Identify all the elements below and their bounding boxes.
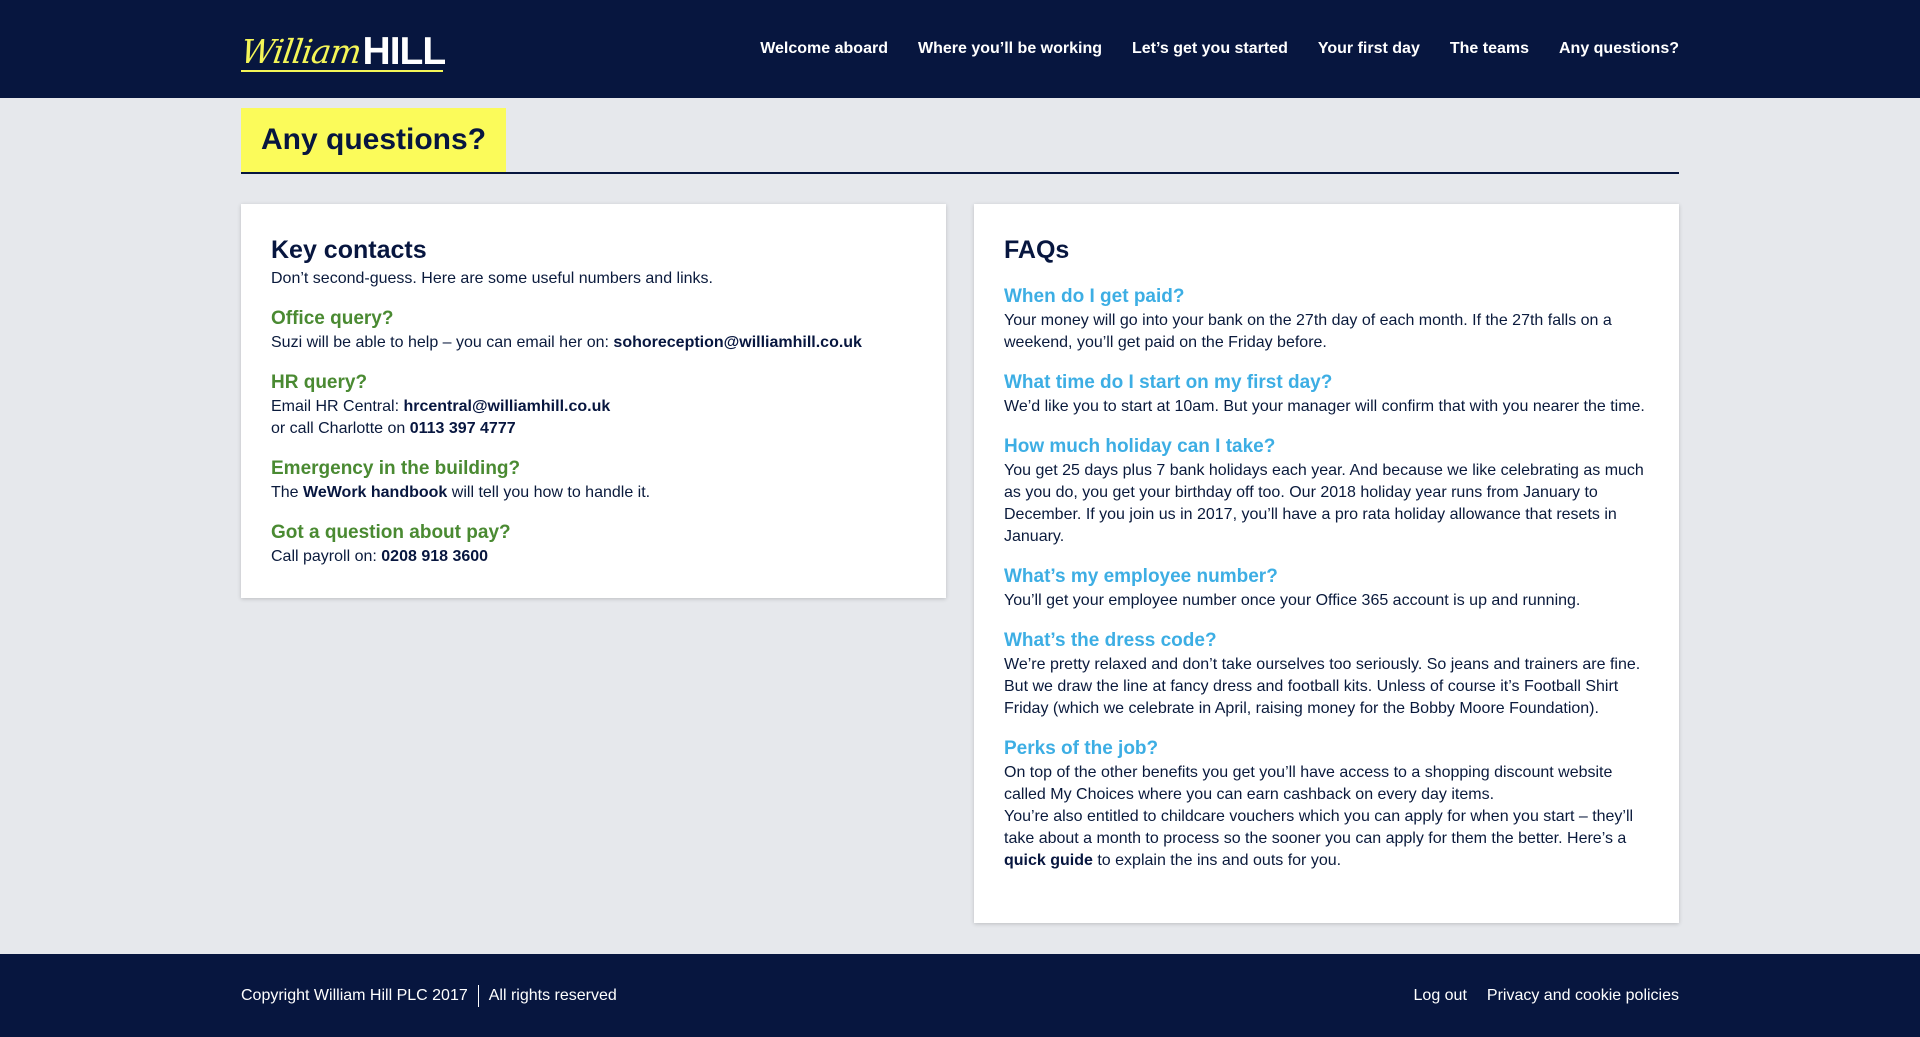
page-heading-section: Any questions? bbox=[241, 108, 1679, 174]
key-contacts-card: Key contacts Don’t second-guess. Here ar… bbox=[241, 204, 946, 598]
pay-question-heading: Got a question about pay? bbox=[271, 522, 511, 543]
nav-the-teams[interactable]: The teams bbox=[1450, 38, 1529, 60]
nav-your-first-day[interactable]: Your first day bbox=[1318, 38, 1420, 60]
faqs-card: FAQs When do I get paid? Your money will… bbox=[974, 204, 1679, 923]
faq-answer-employee-number: You’ll get your employee number once you… bbox=[1004, 592, 1581, 609]
quick-guide-link[interactable]: quick guide bbox=[1004, 852, 1093, 869]
hr-email: hrcentral@williamhill.co.uk bbox=[403, 398, 611, 415]
top-navigation-bar: William HILL Welcome aboard Where you’ll… bbox=[0, 0, 1920, 98]
william-hill-logo[interactable]: William HILL bbox=[238, 26, 447, 73]
copyright-text: Copyright William Hill PLC 2017 bbox=[241, 987, 468, 1004]
faq-question-start-time: What time do I start on my first day? bbox=[1004, 372, 1333, 393]
faq-item: How much holiday can I take? You get 25 … bbox=[1004, 434, 1649, 548]
faq-answer-dress-code: We’re pretty relaxed and don’t take ours… bbox=[1004, 656, 1641, 717]
faq-answer-perks-2: You’re also entitled to childcare vouche… bbox=[1004, 806, 1649, 872]
faq-question-paid: When do I get paid? bbox=[1004, 286, 1185, 307]
hr-phone-line: or call Charlotte on 0113 397 4777 bbox=[271, 418, 916, 440]
hr-email-label: Email HR Central: bbox=[271, 398, 404, 415]
hr-query-heading: HR query? bbox=[271, 372, 368, 393]
rights-text: All rights reserved bbox=[488, 987, 617, 1004]
office-email: sohoreception@williamhill.co.uk bbox=[613, 334, 862, 351]
perks-text-before: You’re also entitled to childcare vouche… bbox=[1004, 808, 1634, 847]
nav-where-youll-be-working[interactable]: Where you’ll be working bbox=[918, 38, 1102, 60]
hr-phone-link[interactable]: 0113 397 4777 bbox=[410, 420, 516, 437]
wework-handbook-label: WeWork handbook bbox=[303, 484, 448, 501]
faq-question-perks: Perks of the job? bbox=[1004, 738, 1159, 759]
office-email-link[interactable]: sohoreception@williamhill.co.uk bbox=[613, 334, 862, 351]
faq-answer-paid: Your money will go into your bank on the… bbox=[1004, 312, 1612, 351]
faqs-title: FAQs bbox=[1004, 236, 1070, 264]
pay-question-block: Got a question about pay? Call payroll o… bbox=[271, 520, 916, 568]
faq-question-holiday: How much holiday can I take? bbox=[1004, 436, 1276, 457]
faq-list: When do I get paid? Your money will go i… bbox=[1004, 284, 1649, 872]
log-out-link[interactable]: Log out bbox=[1414, 985, 1467, 1007]
faq-item: What’s my employee number? You’ll get yo… bbox=[1004, 564, 1649, 612]
emergency-text-after: will tell you how to handle it. bbox=[447, 484, 651, 501]
key-contacts-title: Key contacts bbox=[271, 236, 427, 264]
main-nav: Welcome aboard Where you’ll be working L… bbox=[760, 38, 1679, 60]
hr-phone-label: or call Charlotte on bbox=[271, 420, 410, 437]
footer-divider bbox=[477, 985, 479, 1007]
faq-item: What time do I start on my first day? We… bbox=[1004, 370, 1649, 418]
hr-email-link[interactable]: hrcentral@williamhill.co.uk bbox=[403, 398, 610, 415]
emergency-text-before: The bbox=[271, 484, 304, 501]
pay-question-text: Call payroll on: 0208 918 3600 bbox=[271, 546, 916, 568]
hr-email-line: Email HR Central: hrcentral@williamhill.… bbox=[271, 396, 916, 418]
emergency-block: Emergency in the building? The WeWork ha… bbox=[271, 456, 916, 504]
payroll-phone-link[interactable]: 0208 918 3600 bbox=[381, 548, 488, 565]
faq-answer-start-time: We’d like you to start at 10am. But your… bbox=[1004, 398, 1645, 415]
hr-phone: 0113 397 4777 bbox=[409, 420, 516, 437]
perks-text-after: to explain the ins and outs for you. bbox=[1092, 852, 1342, 869]
logo-script-text: William bbox=[238, 32, 364, 71]
emergency-text: The WeWork handbook will tell you how to… bbox=[271, 482, 916, 504]
nav-welcome-aboard[interactable]: Welcome aboard bbox=[760, 38, 888, 60]
office-query-block: Office query? Suzi will be able to help … bbox=[271, 306, 916, 354]
logo-block-text: HILL bbox=[362, 30, 447, 73]
copyright-notice: Copyright William Hill PLC 2017 All righ… bbox=[241, 985, 617, 1007]
office-query-heading: Office query? bbox=[271, 308, 394, 329]
payroll-label: Call payroll on: bbox=[271, 548, 382, 565]
faq-answer-holiday: You get 25 days plus 7 bank holidays eac… bbox=[1004, 462, 1644, 545]
wework-handbook-link[interactable]: WeWork handbook bbox=[303, 484, 447, 501]
nav-any-questions[interactable]: Any questions? bbox=[1559, 38, 1679, 60]
privacy-cookie-link[interactable]: Privacy and cookie policies bbox=[1487, 985, 1679, 1007]
office-query-text: Suzi will be able to help – you can emai… bbox=[271, 332, 916, 354]
emergency-heading: Emergency in the building? bbox=[271, 458, 521, 479]
faq-item: What’s the dress code? We’re pretty rela… bbox=[1004, 628, 1649, 720]
key-contacts-intro: Don’t second-guess. Here are some useful… bbox=[271, 270, 713, 287]
payroll-phone: 0208 918 3600 bbox=[381, 548, 489, 565]
faq-question-employee-number: What’s my employee number? bbox=[1004, 566, 1278, 587]
page-title: Any questions? bbox=[241, 108, 507, 172]
hr-query-block: HR query? Email HR Central: hrcentral@wi… bbox=[271, 370, 916, 440]
site-footer: Copyright William Hill PLC 2017 All righ… bbox=[0, 954, 1920, 1037]
faq-question-dress-code: What’s the dress code? bbox=[1004, 630, 1217, 651]
logo-underline bbox=[241, 70, 443, 72]
nav-lets-get-you-started[interactable]: Let’s get you started bbox=[1132, 38, 1288, 60]
quick-guide-label: quick guide bbox=[1004, 852, 1093, 869]
office-query-label: Suzi will be able to help – you can emai… bbox=[271, 334, 614, 351]
faq-item: Perks of the job? On top of the other be… bbox=[1004, 736, 1649, 872]
footer-links: Log out Privacy and cookie policies bbox=[1414, 985, 1679, 1007]
faq-answer-perks-1: On top of the other benefits you get you… bbox=[1004, 764, 1613, 803]
faq-item: When do I get paid? Your money will go i… bbox=[1004, 284, 1649, 354]
